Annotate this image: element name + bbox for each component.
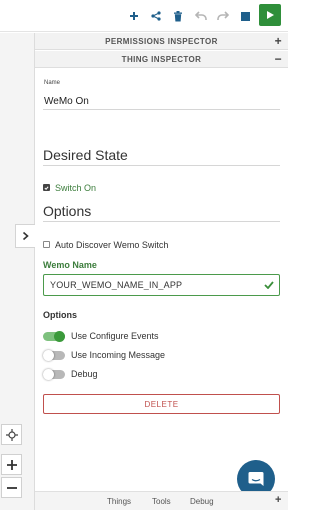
zoom-in-icon	[6, 459, 17, 470]
crosshair-icon	[5, 428, 18, 441]
use-configure-events-label: Use Configure Events	[71, 331, 159, 341]
switch-on-checkbox[interactable]	[43, 184, 50, 191]
tab-tools[interactable]: Tools	[152, 497, 171, 506]
recenter-button[interactable]	[1, 424, 22, 445]
expand-panel-button[interactable]	[15, 224, 35, 248]
toggle-knob	[43, 350, 54, 361]
chevron-right-icon	[22, 231, 29, 241]
play-icon	[267, 11, 274, 19]
valid-check-icon	[264, 281, 274, 289]
tab-debug[interactable]: Debug	[190, 497, 214, 506]
permissions-inspector-title: PERMISSIONS INSPECTOR	[105, 36, 218, 46]
share-icon	[151, 11, 161, 21]
use-incoming-message-toggle[interactable]	[43, 350, 65, 361]
inspector-panel: PERMISSIONS INSPECTOR + THING INSPECTOR …	[35, 33, 288, 510]
auto-discover-label: Auto Discover Wemo Switch	[55, 240, 169, 250]
use-configure-events-toggle[interactable]	[43, 331, 65, 342]
thing-inspector-title: THING INSPECTOR	[121, 54, 202, 64]
bottom-tab-bar: Things Tools Debug +	[35, 491, 288, 510]
switch-on-label: Switch On	[55, 183, 97, 193]
zoom-in-button[interactable]	[1, 454, 22, 475]
redo-button[interactable]	[214, 7, 232, 25]
check-icon	[44, 185, 49, 190]
expand-bottom-icon[interactable]: +	[275, 494, 281, 506]
delete-node-button[interactable]	[169, 7, 187, 25]
use-incoming-message-label: Use Incoming Message	[71, 350, 166, 360]
zoom-out-button[interactable]	[1, 477, 22, 498]
name-field[interactable]: WeMo On	[44, 96, 89, 107]
play-button[interactable]	[259, 4, 281, 26]
plus-icon	[130, 12, 138, 20]
permissions-inspector-header[interactable]: PERMISSIONS INSPECTOR +	[35, 33, 288, 50]
stop-button[interactable]	[236, 7, 254, 25]
trash-icon	[174, 10, 182, 21]
delete-button[interactable]: DELETE	[43, 394, 280, 414]
toggle-knob	[43, 369, 54, 380]
redo-icon	[217, 11, 229, 20]
zoom-out-icon	[6, 486, 17, 489]
collapse-icon[interactable]: −	[275, 52, 282, 66]
toggle-knob	[54, 331, 65, 342]
auto-discover-checkbox[interactable]	[43, 241, 50, 248]
options-heading: Options	[43, 203, 92, 219]
desired-state-heading: Desired State	[43, 147, 128, 163]
thing-inspector-header[interactable]: THING INSPECTOR −	[35, 51, 288, 68]
divider	[43, 221, 280, 222]
name-underline	[43, 109, 280, 110]
undo-button[interactable]	[192, 7, 210, 25]
flow-canvas[interactable]	[0, 33, 35, 510]
wemo-name-input[interactable]	[50, 278, 250, 292]
share-button[interactable]	[147, 7, 165, 25]
stop-icon	[240, 11, 250, 21]
debug-toggle[interactable]	[43, 369, 65, 380]
wemo-name-label: Wemo Name	[43, 260, 97, 270]
tab-things[interactable]: Things	[107, 497, 131, 506]
add-button[interactable]	[125, 7, 143, 25]
debug-label: Debug	[71, 369, 98, 379]
expand-icon[interactable]: +	[275, 34, 282, 48]
chat-icon	[248, 472, 264, 486]
options-subtitle: Options	[43, 310, 77, 320]
divider	[43, 165, 280, 166]
top-toolbar	[0, 0, 288, 32]
undo-icon	[195, 11, 207, 20]
wemo-name-field[interactable]	[43, 274, 280, 296]
name-label: Name	[44, 80, 61, 86]
